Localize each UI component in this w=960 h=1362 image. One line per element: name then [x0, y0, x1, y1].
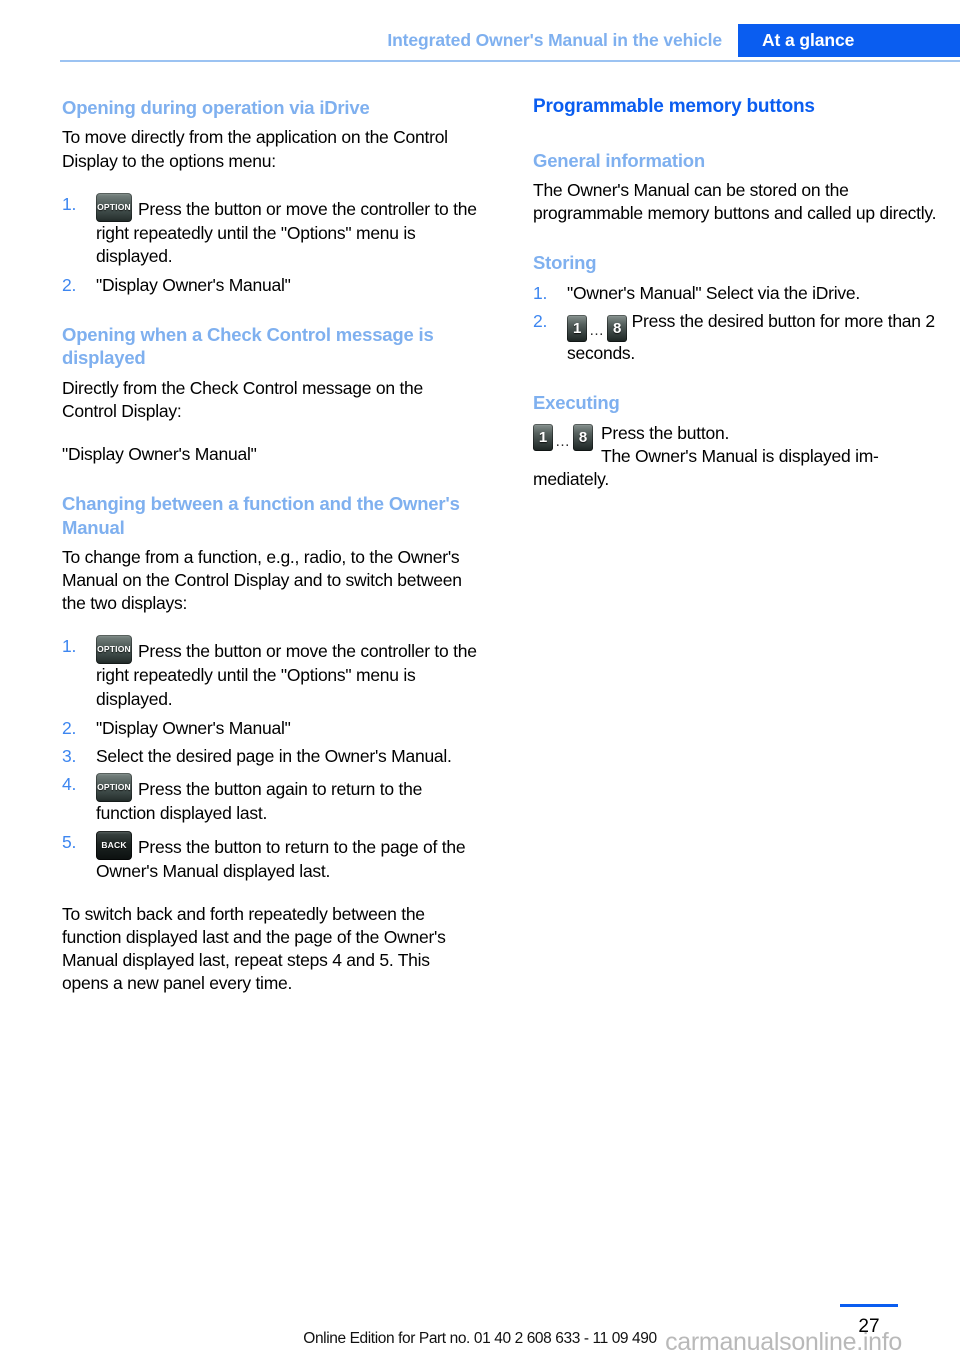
step-text: Press the button to return to the page o…: [96, 836, 466, 881]
header-divider-rule: [60, 60, 960, 62]
memory-buttons-icon: 1… 8: [533, 423, 593, 451]
step-text: "Display Owner's Manual": [96, 717, 291, 738]
step-text: Press the button again to return to the …: [96, 778, 423, 823]
paragraph-display-owners-manual: "Display Owner's Manual": [62, 444, 257, 465]
option-button-label: OPTION: [97, 781, 131, 792]
list-item: 1. OPTION Press the button or move the c…: [62, 635, 479, 710]
running-header: Integrated Owner's Manual in the vehicle…: [0, 24, 960, 57]
heading-storing: Storing: [533, 252, 597, 274]
step-text: Press the button or move the controller …: [96, 641, 477, 709]
executing-line-displayed-immediately: The Owner's Manual is displayed im-: [601, 445, 879, 466]
step-text: Select the desired page in the Owner's M…: [96, 745, 452, 766]
heading-opening-during-operation: Opening during operation via iDrive: [62, 97, 370, 118]
step-number: 1.: [533, 282, 548, 303]
executing-block: 1… 8 Press the button. The Owner's Manual…: [533, 422, 950, 491]
steps-storing: 1. "Owner's Manual" Select via the iDriv…: [533, 282, 950, 365]
list-item: 5. BACK Press the button to return to th…: [62, 830, 479, 883]
heading-programmable-memory-buttons: Programmable memory buttons: [533, 96, 815, 117]
paragraph-check-control-intro: Directly from the Check Control message …: [62, 377, 424, 422]
watermark-text: carmanualsonline.info: [665, 1328, 902, 1356]
executing-line-press-the-button: Press the button.: [601, 422, 730, 443]
header-chapter-title: Integrated Owner's Manual in the vehicle: [387, 30, 722, 50]
steps-opening-during-operation: 1. OPTION Press the button or move the c…: [62, 192, 479, 297]
back-button-label: BACK: [101, 839, 127, 850]
paragraph-general-information: The Owner's Manual can be stored on the …: [533, 180, 937, 224]
step-text: Press the button or move the controller …: [96, 198, 477, 266]
step-number: 1.: [62, 193, 77, 214]
left-column: Opening during operation via iDrive To m…: [62, 96, 479, 1002]
memory-buttons-ellipsis: …: [589, 322, 605, 340]
step-number: 3.: [62, 745, 77, 766]
memory-button-first: 1: [533, 423, 553, 451]
page-footer: 27 Online Edition for Part no. 01 40 2 6…: [0, 1296, 960, 1362]
heading-executing: Executing: [533, 392, 620, 414]
page-number-rule: [840, 1304, 898, 1307]
memory-button-last: 8: [573, 423, 593, 451]
list-item: 4. OPTION Press the button again to retu…: [62, 772, 479, 825]
step-number: 2.: [62, 274, 77, 295]
executing-line-mediately: mediately.: [533, 468, 609, 489]
memory-buttons-ellipsis: …: [555, 432, 571, 450]
step-number: 2.: [62, 717, 77, 738]
header-section-title: At a glance: [738, 24, 960, 57]
heading-general-information: General information: [533, 149, 705, 171]
option-button-label: OPTION: [97, 201, 131, 212]
list-item: 1. "Owner's Manual" Select via the iDriv…: [533, 282, 950, 305]
step-text: "Display Owner's Manual": [96, 274, 291, 295]
step-text: "Owner's Manual" Select via the iDrive.: [567, 282, 860, 303]
paragraph-changing-intro: To change from a function, e.g., radio, …: [62, 547, 462, 614]
right-column: Programmable memory buttons General info…: [533, 96, 950, 1002]
list-item: 3. Select the desired page in the Owner'…: [62, 745, 479, 768]
list-item: 2. "Display Owner's Manual": [62, 274, 479, 297]
heading-changing-between-function: Changing between a function and the Owne…: [62, 493, 460, 538]
memory-buttons-icon: 1… 8: [567, 314, 627, 342]
page-columns: Opening during operation via iDrive To m…: [62, 96, 947, 1002]
step-number: 4.: [62, 773, 77, 794]
steps-changing-between-function: 1. OPTION Press the button or move the c…: [62, 635, 479, 883]
paragraph-opening-intro: To move directly from the application on…: [62, 127, 448, 171]
step-number: 1.: [62, 636, 77, 657]
memory-button-first: 1: [567, 314, 587, 342]
list-item: 1. OPTION Press the button or move the c…: [62, 192, 479, 268]
step-number: 2.: [533, 311, 548, 332]
list-item: 2. "Display Owner's Manual": [62, 717, 479, 740]
heading-opening-check-control: Opening when a Check Control message is …: [62, 323, 434, 369]
option-button-label: OPTION: [97, 644, 131, 655]
back-button-icon: BACK: [96, 830, 132, 860]
option-button-icon: OPTION: [96, 635, 132, 665]
memory-button-last: 8: [607, 314, 627, 342]
list-item: 2. 1… 8 Press the desired button for more…: [533, 310, 950, 365]
paragraph-switch-back-and-forth: To switch back and forth repeatedly betw…: [62, 904, 446, 994]
option-button-icon: OPTION: [96, 772, 132, 802]
step-number: 5.: [62, 831, 77, 852]
option-button-icon: OPTION: [96, 192, 132, 222]
